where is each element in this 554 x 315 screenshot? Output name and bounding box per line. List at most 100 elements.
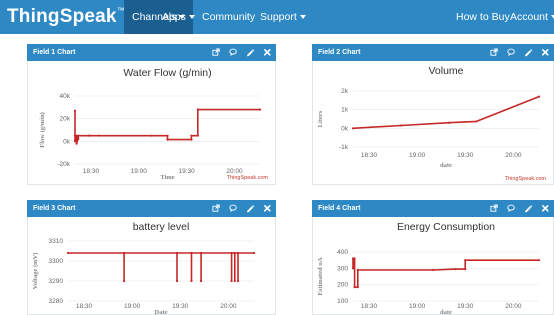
y-axis-label: Estimated uA — [317, 257, 324, 295]
x-tick-label: 20:00 — [226, 168, 243, 175]
field-2-chart: Volume 2k 1k 0k -1k 18:30 19:00 19:30 20:00 date L… — [317, 65, 547, 182]
data-point — [166, 134, 169, 137]
chart-title: battery level — [133, 221, 190, 233]
panel-body: Water Flow (g/min) 40k 20k 0k -20k 18:30 19:00… — [27, 61, 276, 185]
x-tick-label: 18:30 — [361, 152, 378, 159]
x-tick-label: 19:00 — [124, 303, 141, 310]
chart-title: Volume — [428, 65, 463, 77]
data-point — [73, 109, 77, 112]
data-point — [77, 134, 80, 137]
credit-link[interactable]: ThingSpeak.com — [227, 175, 269, 181]
close-icon[interactable] — [263, 204, 272, 213]
data-point — [432, 268, 435, 272]
x-tick-label: 18:30 — [76, 303, 93, 310]
community-link[interactable]: Community — [202, 0, 255, 34]
field-4-chart: Energy Consumption 400 300 200 100 18:30 19:00… — [317, 221, 541, 315]
comment-icon[interactable] — [229, 204, 238, 213]
y-tick-label: -20k — [57, 161, 70, 168]
close-icon[interactable] — [541, 204, 550, 213]
x-tick-label: 20:00 — [505, 303, 522, 310]
external-link-icon[interactable] — [490, 204, 499, 213]
close-icon[interactable] — [541, 48, 550, 57]
data-point — [236, 251, 240, 255]
y-tick-label: 2k — [341, 88, 349, 95]
pencil-icon[interactable] — [246, 204, 255, 213]
data-point — [166, 138, 169, 141]
data-point — [66, 251, 70, 255]
account-menu[interactable]: Account — [510, 0, 554, 34]
apps-menu[interactable]: Apps — [162, 0, 195, 34]
chart-title: Energy Consumption — [397, 221, 495, 233]
data-point — [353, 286, 356, 289]
x-tick-label: 19:00 — [409, 152, 426, 159]
field-2-chart-panel: Field 2 Chart Volume 2k 1k 0k -1k 18:30 19:00 1… — [312, 44, 554, 185]
x-tick-label: 19:30 — [457, 152, 474, 159]
plot-area — [75, 96, 260, 164]
brand-text: ThingSpeak — [7, 6, 117, 27]
data-point — [199, 279, 203, 283]
chart-title: Water Flow (g/min) — [123, 67, 211, 79]
data-point — [190, 279, 193, 283]
x-tick-label: 18:30 — [83, 168, 100, 175]
x-axis-label: Date — [155, 309, 168, 315]
pencil-icon[interactable] — [524, 204, 533, 213]
field-3-chart: battery level 3310 3300 3290 3280 18:30 19:00 1… — [32, 221, 256, 315]
data-point — [351, 127, 355, 130]
panel-header: Field 3 Chart — [27, 200, 276, 217]
data-point — [230, 279, 233, 283]
panel-toolbar — [212, 44, 272, 61]
comment-icon[interactable] — [229, 48, 238, 57]
data-point — [448, 121, 451, 124]
credit-link[interactable]: ThingSpeak.com — [505, 176, 547, 182]
data-point — [475, 120, 478, 123]
data-point — [464, 259, 467, 262]
data-point — [73, 140, 77, 143]
apps-label: Apps — [162, 11, 186, 23]
comment-icon[interactable] — [507, 48, 516, 57]
data-point — [351, 267, 355, 270]
data-point — [199, 251, 203, 255]
data-point — [175, 251, 179, 255]
plot-area — [353, 91, 539, 147]
pencil-icon[interactable] — [246, 48, 255, 57]
panel-toolbar — [490, 44, 550, 61]
data-point — [190, 134, 193, 137]
external-link-icon[interactable] — [212, 48, 221, 57]
external-link-icon[interactable] — [212, 204, 221, 213]
how-to-buy-label: How to Buy — [456, 11, 510, 23]
x-tick-label: 19:30 — [178, 168, 195, 175]
plot-area — [353, 252, 539, 301]
data-point — [233, 279, 236, 283]
data-point — [252, 251, 256, 255]
field-3-chart-panel: Field 3 Chart battery level 3310 3300 3290 3… — [27, 200, 276, 315]
y-tick-label: 3300 — [49, 258, 64, 265]
account-label: Account — [510, 11, 548, 23]
pencil-icon[interactable] — [524, 48, 533, 57]
data-point — [230, 251, 233, 255]
external-link-icon[interactable] — [490, 48, 499, 57]
y-tick-label: 1k — [341, 107, 349, 114]
panel-body: Volume 2k 1k 0k -1k 18:30 19:00 19:30 20:00 date L… — [312, 61, 554, 185]
x-tick-label: 19:00 — [131, 168, 148, 175]
data-point — [537, 259, 541, 262]
close-icon[interactable] — [263, 48, 272, 57]
x-axis-label: Time — [160, 174, 174, 181]
field-4-chart-panel: Field 4 Chart Energy Consumption 400 300 20… — [312, 200, 554, 315]
panel-toolbar — [490, 200, 550, 217]
support-menu[interactable]: Support — [260, 0, 306, 34]
y-tick-label: 3280 — [49, 298, 64, 305]
y-tick-label: 20k — [60, 116, 71, 123]
y-axis-label: Liters — [317, 110, 324, 127]
data-point — [356, 268, 359, 272]
panel-title: Field 4 Chart — [318, 205, 361, 212]
y-tick-label: 0k — [341, 125, 349, 132]
data-point — [233, 251, 236, 255]
thingspeak-logo[interactable]: ThingSpeak™ — [7, 6, 125, 28]
panel-header: Field 1 Chart — [27, 44, 276, 61]
comment-icon[interactable] — [507, 204, 516, 213]
y-tick-label: 3310 — [49, 238, 64, 245]
field-1-chart: Water Flow (g/min) 40k 20k 0k -20k 18:30 19:00… — [39, 67, 269, 181]
data-point — [123, 251, 126, 255]
how-to-buy-link[interactable]: How to Buy — [456, 0, 510, 34]
y-tick-label: 40k — [60, 93, 71, 100]
